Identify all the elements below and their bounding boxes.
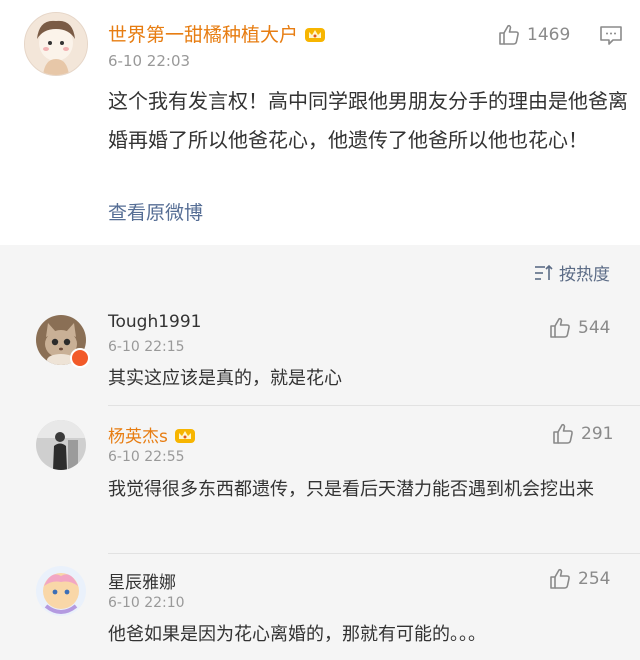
verified-badge-icon	[70, 348, 90, 368]
comment-like-button[interactable]: 544	[548, 316, 610, 340]
comment-like-count: 291	[581, 424, 614, 444]
view-original-link[interactable]: 查看原微博	[108, 198, 203, 225]
original-post-panel: 世界第一甜橘种植大户 6-10 22:03 1469 这个我有发言权！高中同学跟…	[0, 0, 640, 245]
comment-username[interactable]: Tough1991	[108, 312, 202, 332]
post-like-count: 1469	[527, 25, 571, 45]
thumbs-up-icon	[499, 24, 519, 45]
sort-icon	[535, 264, 553, 280]
comment-time: 6-10 22:10	[108, 595, 185, 611]
sort-label: 按热度	[559, 265, 610, 285]
comment-text: 其实这应该是真的，就是花心	[108, 368, 342, 389]
comment-avatar[interactable]	[36, 420, 86, 470]
comment-username[interactable]: 杨英杰s	[108, 422, 196, 447]
sort-by-hot-button[interactable]: 按热度	[534, 260, 610, 285]
post-username-text[interactable]: 世界第一甜橘种植大户	[108, 24, 298, 46]
comment-divider	[108, 553, 640, 554]
vip-crown-icon	[305, 28, 326, 42]
vip-crown-icon	[174, 429, 195, 443]
comment-like-button[interactable]: 291	[551, 422, 613, 446]
post-like-button[interactable]: 1469	[497, 23, 570, 47]
comment-text: 他爸如果是因为花心离婚的，那就有可能的。。。	[108, 624, 486, 645]
comment-like-count: 544	[578, 318, 611, 338]
comment-like-count: 254	[578, 569, 611, 589]
comment-username[interactable]: 星辰雅娜	[108, 568, 176, 593]
comment-text: 我觉得很多东西都遗传，只是看后天潜力能否遇到机会挖出来	[108, 479, 594, 500]
comment-divider	[108, 405, 640, 406]
comment-avatar[interactable]	[36, 566, 86, 616]
post-avatar[interactable]	[24, 12, 88, 76]
post-time: 6-10 22:03	[108, 52, 191, 70]
thumbs-up-icon	[550, 568, 570, 589]
comment-username-text[interactable]: 杨英杰s	[108, 427, 168, 447]
comment-time: 6-10 22:15	[108, 339, 185, 355]
thumbs-up-icon	[553, 423, 573, 444]
post-username[interactable]: 世界第一甜橘种植大户	[108, 20, 326, 47]
thumbs-up-icon	[550, 317, 570, 338]
comment-time: 6-10 22:55	[108, 449, 185, 465]
comment-icon[interactable]	[599, 24, 623, 46]
post-text: 这个我有发言权！高中同学跟他男朋友分手的理由是他爸离婚再婚了所以他爸花心，他遗传…	[108, 89, 628, 152]
comment-like-button[interactable]: 254	[548, 567, 610, 591]
